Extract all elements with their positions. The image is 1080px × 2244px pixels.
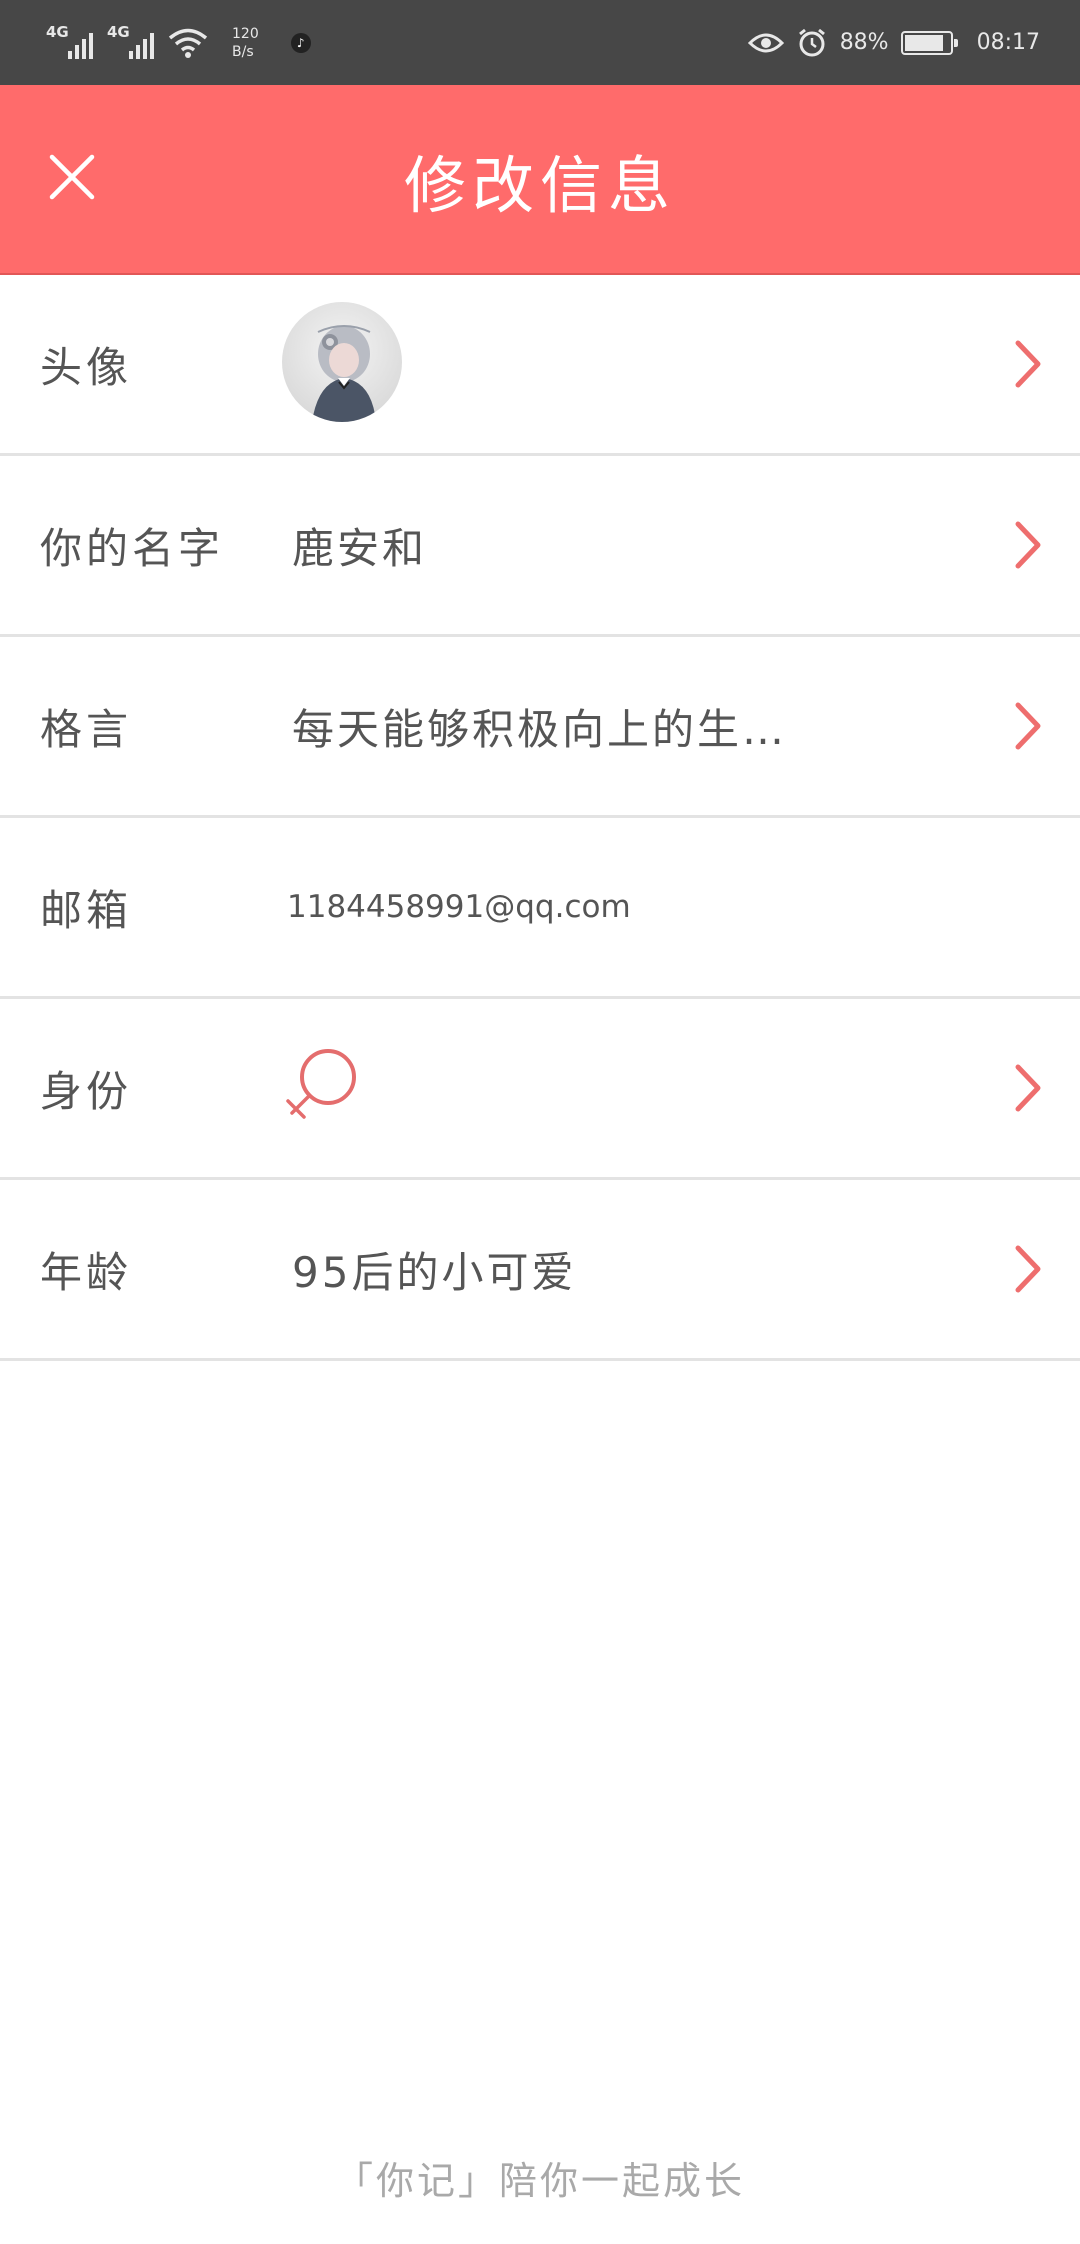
row-label: 邮箱 bbox=[40, 885, 133, 935]
speed-value: 120 bbox=[232, 25, 259, 42]
age-value: 95后的小可爱 bbox=[292, 1247, 577, 1297]
eye-icon bbox=[747, 33, 784, 52]
signal-label: 4G bbox=[46, 22, 69, 41]
alarm-icon bbox=[798, 28, 825, 56]
chevron-right-icon[interactable] bbox=[1008, 699, 1048, 753]
row-name[interactable]: 你的名字 鹿安和 bbox=[0, 456, 1080, 637]
speed-unit: B/s bbox=[232, 43, 254, 60]
close-button[interactable] bbox=[30, 135, 114, 219]
signal-icon: 4G bbox=[46, 23, 93, 59]
close-icon bbox=[49, 154, 95, 200]
battery-icon bbox=[900, 30, 958, 55]
row-label: 年龄 bbox=[40, 1247, 133, 1297]
row-label: 格言 bbox=[40, 704, 133, 754]
header-bar: 修改信息 bbox=[0, 85, 1080, 275]
email-value: 1184458991@qq.com bbox=[287, 889, 631, 925]
status-bar-left: 4G 4G 120 B/s ♪ bbox=[46, 0, 311, 85]
name-value: 鹿安和 bbox=[292, 523, 428, 573]
clock: 08:17 bbox=[976, 30, 1040, 55]
battery-percent: 88% bbox=[839, 30, 889, 55]
motto-value: 每天能够积极向上的生… bbox=[292, 704, 788, 754]
avatar[interactable] bbox=[282, 302, 402, 422]
signal-icon: 4G bbox=[107, 23, 154, 59]
row-label: 你的名字 bbox=[40, 523, 225, 573]
status-bar: 4G 4G 120 B/s ♪ 88% 08:17 bbox=[0, 0, 1080, 85]
network-speed: 120 B/s bbox=[232, 25, 259, 61]
battery-fill bbox=[904, 34, 944, 51]
row-age[interactable]: 年龄 95后的小可爱 bbox=[0, 1180, 1080, 1361]
row-motto[interactable]: 格言 每天能够积极向上的生… bbox=[0, 637, 1080, 818]
wifi-icon bbox=[168, 28, 208, 58]
tiktok-icon: ♪ bbox=[290, 32, 311, 53]
page-title: 修改信息 bbox=[403, 149, 676, 222]
profile-info-list: 头像 你的名字 鹿安和 格言 每天能够积极向上的生… 邮箱 1184458991… bbox=[0, 275, 1080, 1361]
chevron-right-icon[interactable] bbox=[1008, 1242, 1048, 1296]
row-label: 头像 bbox=[40, 342, 133, 392]
signal-label: 4G bbox=[107, 22, 130, 41]
row-identity[interactable]: 身份 bbox=[0, 999, 1080, 1180]
avatar-image bbox=[312, 325, 376, 422]
row-label: 身份 bbox=[40, 1066, 133, 1116]
row-email: 邮箱 1184458991@qq.com bbox=[0, 818, 1080, 999]
footer-slogan: 「你记」陪你一起成长 bbox=[334, 2159, 745, 2203]
female-symbol-icon bbox=[286, 1049, 356, 1119]
chevron-right-icon[interactable] bbox=[1008, 518, 1048, 572]
status-bar-right: 88% 08:17 bbox=[747, 0, 1040, 85]
chevron-right-icon[interactable] bbox=[1008, 337, 1048, 391]
chevron-right-icon[interactable] bbox=[1008, 1061, 1048, 1115]
row-avatar[interactable]: 头像 bbox=[0, 275, 1080, 456]
